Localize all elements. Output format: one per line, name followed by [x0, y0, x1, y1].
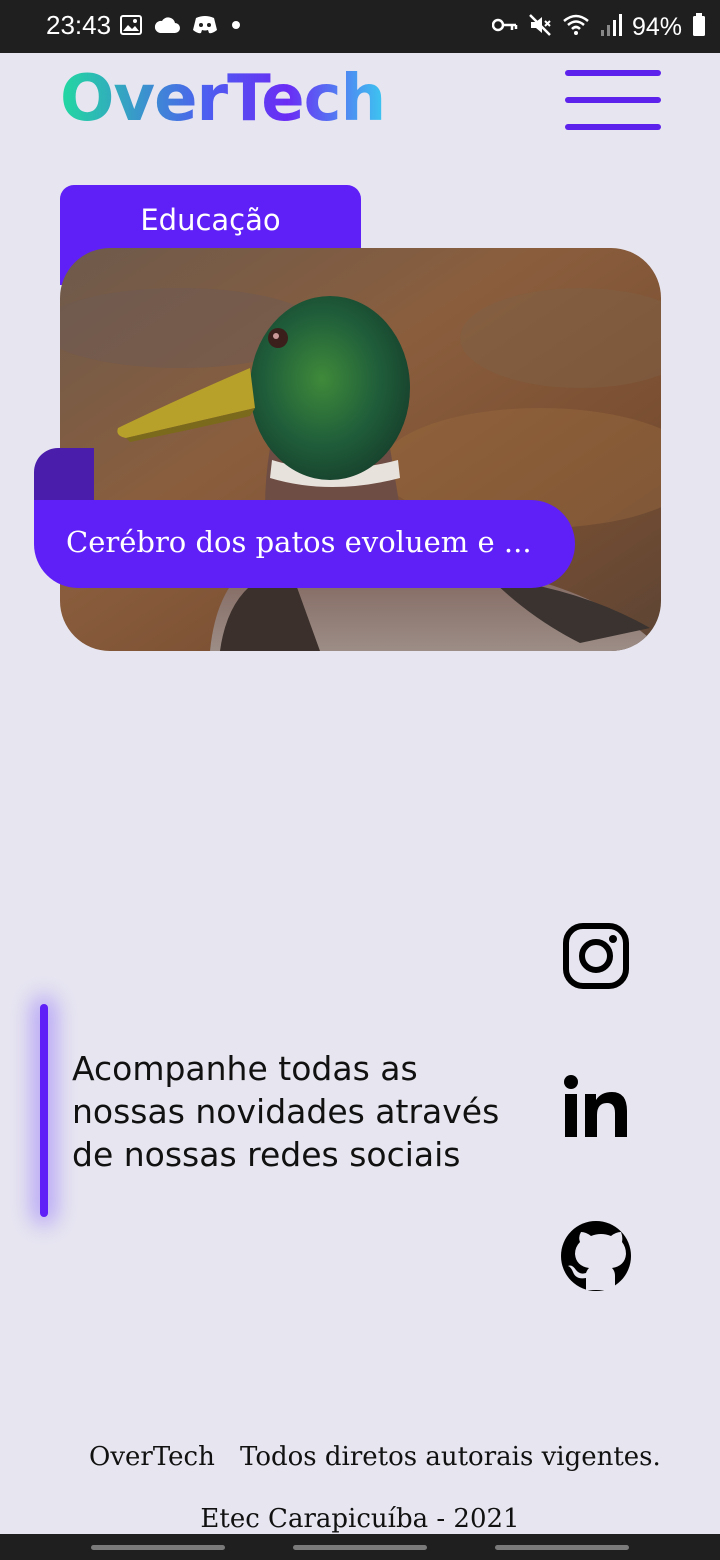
- footer-school: Etec Carapicuíba - 2021: [200, 1504, 520, 1534]
- caption-back-tab: [34, 448, 94, 508]
- key-icon: [491, 17, 518, 38]
- system-nav-bar: [0, 1534, 720, 1560]
- article-image[interactable]: [60, 248, 661, 651]
- nav-recent-indicator[interactable]: [91, 1545, 225, 1550]
- footer-rights: Todos diretos autorais vigentes.: [240, 1442, 661, 1472]
- social-follow-text: Acompanhe todas as nossas novidades atra…: [72, 1049, 500, 1174]
- article-caption[interactable]: Cerébro dos patos evoluem e ...: [34, 500, 575, 588]
- image-icon: [120, 14, 142, 40]
- github-icon[interactable]: [558, 1218, 634, 1294]
- status-time: 23:43: [46, 10, 112, 40]
- discord-icon: [192, 15, 218, 40]
- nav-back-indicator[interactable]: [495, 1545, 629, 1550]
- hamburger-menu-icon[interactable]: [565, 70, 661, 132]
- status-right-icons: 94%: [491, 12, 706, 42]
- category-label: Educação: [140, 203, 281, 237]
- signal-icon: [600, 13, 622, 42]
- instagram-icon[interactable]: [558, 918, 634, 994]
- site-logo[interactable]: OverTech: [60, 62, 386, 136]
- mute-icon: [528, 13, 552, 42]
- battery-icon: [692, 12, 706, 42]
- footer-brand: OverTech: [89, 1442, 215, 1472]
- accent-bar: [40, 1004, 48, 1217]
- battery-percent: 94%: [631, 12, 682, 41]
- cloud-icon: [154, 16, 180, 39]
- linkedin-icon[interactable]: [558, 1068, 634, 1144]
- nav-home-indicator[interactable]: [293, 1545, 427, 1550]
- article-title: Cerébro dos patos evoluem e ...: [66, 525, 532, 559]
- dot-icon: [230, 18, 242, 36]
- status-bar: 23:43 94%: [0, 0, 720, 53]
- wifi-icon: [562, 13, 590, 42]
- status-left-icons: [120, 13, 242, 41]
